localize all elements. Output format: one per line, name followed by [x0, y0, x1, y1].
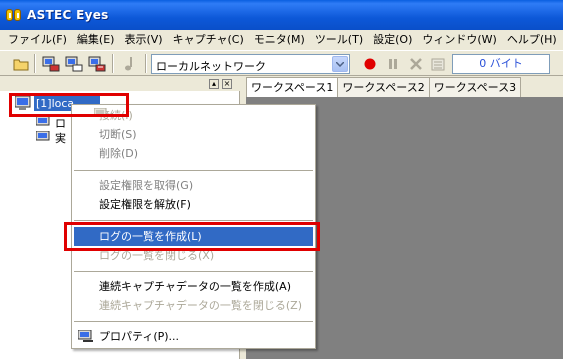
stop-x-icon[interactable] — [406, 54, 426, 73]
pane-close-icon[interactable]: × — [222, 79, 232, 89]
device-settings-icon[interactable] — [87, 54, 107, 73]
menu-item-create-capture-list[interactable]: 連続キャプチャデータの一覧を作成(A) — [74, 277, 313, 296]
menu-separator — [74, 321, 313, 322]
byte-counter: 0 バイト — [452, 54, 550, 74]
toolbar-separator — [112, 54, 114, 73]
open-folder-icon[interactable] — [11, 54, 31, 73]
menu-file[interactable]: ファイル(F) — [3, 30, 72, 50]
menu-help[interactable]: ヘルプ(H) — [502, 30, 562, 50]
properties-icon — [77, 329, 93, 346]
annotation-box-create-log-list — [64, 222, 320, 251]
capture-list-icon[interactable] — [428, 54, 448, 73]
pane-header: ▴ × — [0, 77, 240, 91]
menu-separator — [74, 170, 313, 171]
menu-separator — [74, 271, 313, 272]
tree-child-icon — [35, 115, 52, 132]
disconnect-device-icon[interactable] — [64, 54, 84, 73]
menu-item-delete-label: 削除(D) — [99, 147, 139, 160]
tree-child-node[interactable]: ロ — [55, 115, 66, 131]
menu-item-get-setting-right[interactable]: 設定権限を取得(G) — [74, 176, 313, 195]
menu-capture[interactable]: キャプチャ(C) — [168, 30, 249, 50]
menu-view[interactable]: 表示(V) — [119, 30, 167, 50]
menu-monitor[interactable]: モニタ(M) — [249, 30, 310, 50]
tree-child-icon — [35, 130, 52, 147]
music-note-icon[interactable] — [119, 54, 139, 73]
tab-workspace-2[interactable]: ワークスペース2 — [337, 77, 430, 97]
chevron-down-icon[interactable] — [332, 56, 348, 72]
toolbar-separator — [145, 54, 147, 73]
menu-item-release-setting-right[interactable]: 設定権限を解放(F) — [74, 195, 313, 214]
adapter-select[interactable]: ローカルネットワーク — [151, 54, 350, 74]
tab-workspace-3[interactable]: ワークスペース3 — [428, 77, 522, 97]
menu-bar: ファイル(F) 編集(E) 表示(V) キャプチャ(C) モニタ(M) ツール(… — [0, 30, 563, 50]
menu-separator — [74, 220, 313, 221]
window-title: ASTEC Eyes — [27, 8, 109, 22]
adapter-select-value: ローカルネットワーク — [156, 60, 266, 73]
menu-window[interactable]: ウィンドウ(W) — [417, 30, 501, 50]
record-icon[interactable] — [360, 54, 380, 73]
tree-child-node[interactable]: 実 — [55, 130, 66, 146]
pause-icon[interactable] — [383, 54, 403, 73]
menu-tools[interactable]: ツール(T) — [310, 30, 368, 50]
menu-item-close-capture-list[interactable]: 連続キャプチャデータの一覧を閉じる(Z) — [74, 296, 313, 315]
annotation-box-tree-node — [9, 93, 129, 117]
toolbar-separator — [34, 54, 36, 73]
menu-item-disconnect-label: 切断(S) — [99, 128, 137, 141]
workspace-tabs: ワークスペース1 ワークスペース2 ワークスペース3 — [246, 77, 522, 97]
app-logo-icon — [6, 9, 22, 21]
title-bar: ASTEC Eyes — [0, 0, 563, 30]
connect-device-icon[interactable] — [41, 54, 61, 73]
menu-item-properties[interactable]: プロパティ(P)... — [74, 327, 313, 346]
toolbar: ローカルネットワーク 0 バイト — [0, 50, 563, 76]
tab-workspace-1[interactable]: ワークスペース1 — [246, 77, 339, 97]
menu-settings[interactable]: 設定(O) — [368, 30, 417, 50]
menu-item-get-setting-right-label: 設定権限を取得(G) — [99, 179, 194, 192]
pane-pin-icon[interactable]: ▴ — [209, 79, 219, 89]
menu-item-delete[interactable]: 削除(D) — [74, 144, 313, 163]
menu-item-disconnect[interactable]: 切断(S) — [74, 125, 313, 144]
menu-edit[interactable]: 編集(E) — [72, 30, 120, 50]
